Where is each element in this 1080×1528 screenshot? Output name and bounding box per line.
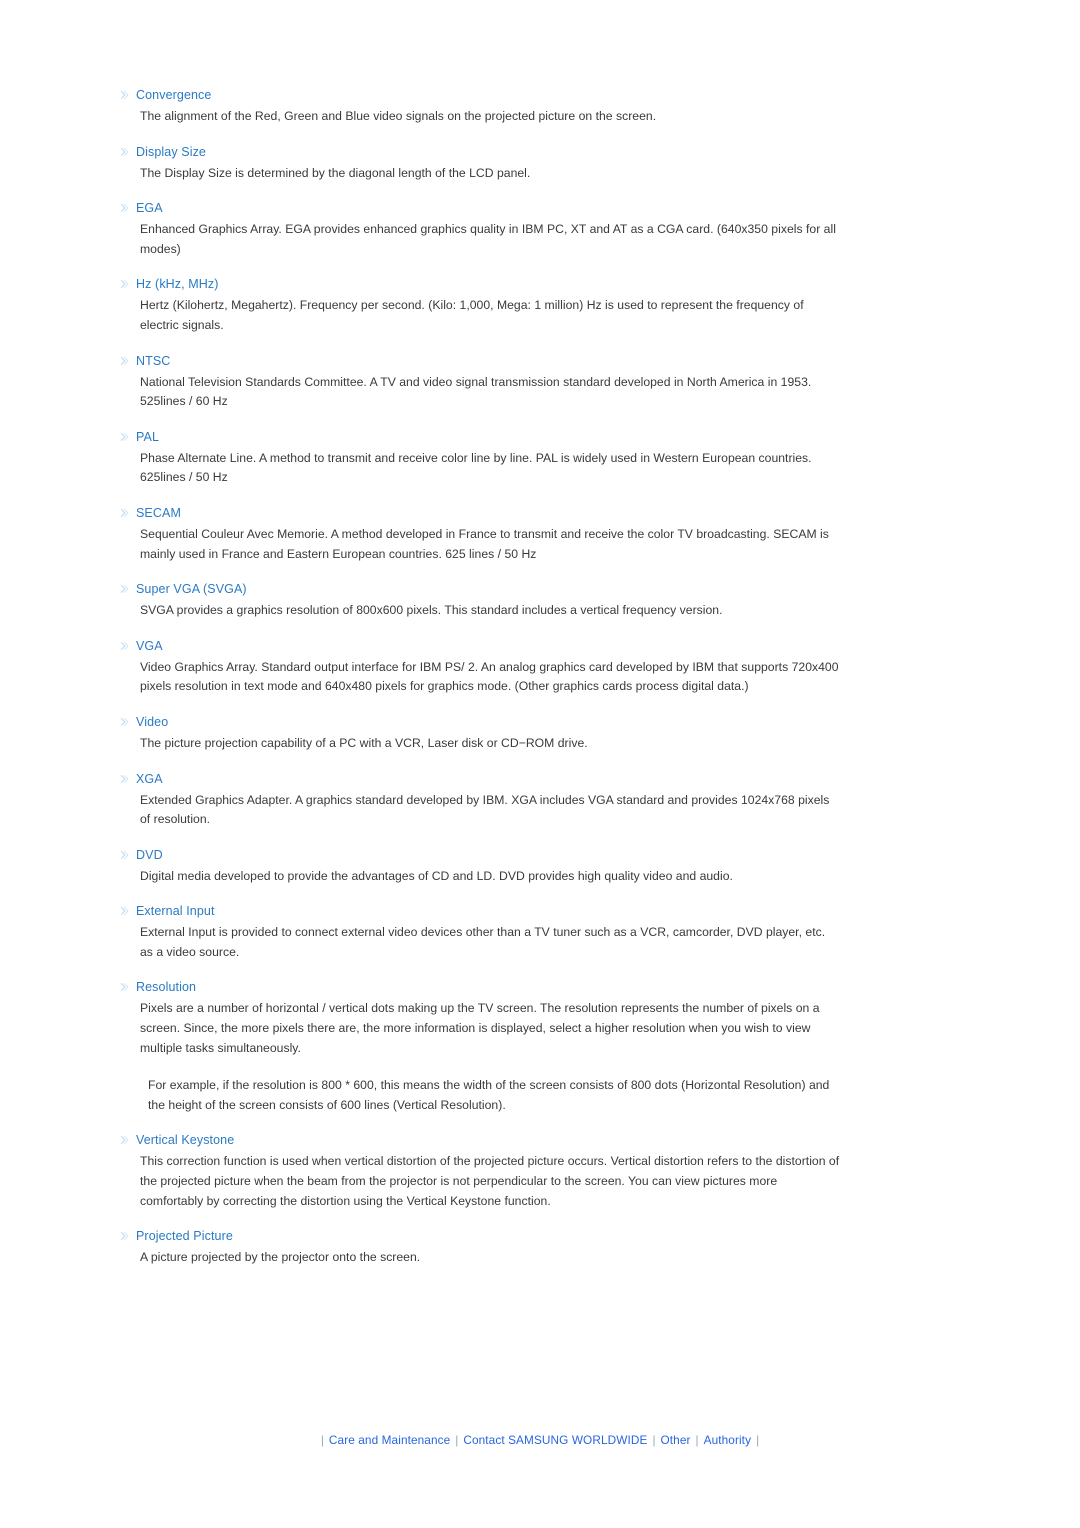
- double-chevron-icon: [118, 354, 132, 368]
- glossary-entry: VGA Video Graphics Array. Standard output…: [118, 639, 840, 697]
- glossary-definition: The alignment of the Red, Green and Blue…: [140, 109, 657, 123]
- double-chevron-icon: [118, 980, 132, 994]
- glossary-term: VGA: [136, 638, 163, 653]
- glossary-term: Vertical Keystone: [136, 1133, 235, 1148]
- glossary-term: External Input: [136, 904, 215, 919]
- double-chevron-icon: [118, 904, 132, 918]
- glossary-term: Display Size: [136, 144, 206, 159]
- glossary-term: Resolution: [136, 980, 197, 995]
- double-chevron-icon: [118, 145, 132, 159]
- glossary-definition: This correction function is used when ve…: [140, 1154, 840, 1208]
- double-chevron-icon: [118, 430, 132, 444]
- glossary-term-row: Projected Picture: [118, 1229, 840, 1244]
- footer-separator: |: [652, 1433, 656, 1447]
- glossary-definition: Video Graphics Array. Standard output in…: [140, 659, 839, 694]
- footer-link-care-and-maintenance[interactable]: Care and Maintenance: [329, 1433, 450, 1447]
- double-chevron-icon: [118, 201, 132, 215]
- glossary-entry: NTSC National Television Standards Commit…: [118, 354, 840, 412]
- glossary-definition: External Input is provided to connect ex…: [140, 925, 826, 959]
- glossary-term-row: Video: [118, 715, 840, 730]
- glossary-term: Video: [136, 714, 169, 729]
- glossary-entry: Super VGA (SVGA) SVGA provides a graphics…: [118, 582, 840, 621]
- footer-link-contact-samsung-worldwide[interactable]: Contact SAMSUNG WORLDWIDE: [463, 1433, 647, 1447]
- footer-separator: |: [695, 1433, 699, 1447]
- double-chevron-icon: [118, 848, 132, 862]
- double-chevron-icon: [118, 277, 132, 291]
- glossary-term-row: Resolution: [118, 980, 840, 995]
- glossary-definition: A picture projected by the projector ont…: [140, 1250, 421, 1265]
- glossary-term: SECAM: [136, 505, 181, 520]
- glossary-term-row: DVD: [118, 848, 840, 863]
- glossary-term: Super VGA (SVGA): [136, 582, 247, 597]
- glossary-term-row: XGA: [118, 772, 840, 787]
- glossary-term: Convergence: [136, 88, 212, 102]
- glossary-definition: Enhanced Graphics Array. EGA provides en…: [140, 222, 836, 256]
- glossary-page: Convergence The alignment of the Red, Gre…: [0, 0, 1080, 1528]
- glossary-term-row: EGA: [118, 201, 840, 216]
- glossary-definition: The picture projection capability of a P…: [140, 735, 588, 750]
- glossary-definition: Phase Alternate Line. A method to transm…: [140, 450, 812, 485]
- footer-separator: |: [320, 1433, 324, 1447]
- glossary-definition: SVGA provides a graphics resolution of 8…: [140, 603, 723, 618]
- glossary-entry: Projected Picture A picture projected by …: [118, 1229, 840, 1268]
- glossary-definition: The Display Size is determined by the di…: [140, 165, 531, 180]
- glossary-entry: Hz (kHz, MHz) Hertz (Kilohertz, Megahertz…: [118, 277, 840, 335]
- double-chevron-icon: [118, 639, 132, 653]
- glossary-term-row: Convergence: [118, 88, 840, 103]
- double-chevron-icon: [118, 715, 132, 729]
- glossary-definition-note: For example, if the resolution is 800 * …: [148, 1078, 830, 1112]
- glossary-term: Hz (kHz, MHz): [136, 277, 219, 292]
- glossary-entry: XGA Extended Graphics Adapter. A graphics…: [118, 772, 840, 830]
- glossary-term: EGA: [136, 201, 163, 216]
- glossary-term-row: Vertical Keystone: [118, 1133, 840, 1148]
- double-chevron-icon: [118, 772, 132, 786]
- glossary-definition: National Television Standards Committee.…: [140, 374, 812, 409]
- glossary-term-row: Hz (kHz, MHz): [118, 277, 840, 292]
- glossary-entry: PAL Phase Alternate Line. A method to tra…: [118, 430, 840, 488]
- glossary-definition: Extended Graphics Adapter. A graphics st…: [140, 792, 830, 827]
- glossary-entry: Vertical Keystone This correction functio…: [118, 1133, 840, 1211]
- glossary-entry: External Input External Input is provided…: [118, 904, 840, 962]
- footer-separator: |: [756, 1433, 760, 1447]
- glossary-entry: SECAM Sequential Couleur Avec Memorie. A …: [118, 506, 840, 564]
- double-chevron-icon: [118, 88, 132, 102]
- glossary-term: XGA: [136, 771, 163, 786]
- glossary-definition: Hertz (Kilohertz, Megahertz). Frequency …: [140, 298, 804, 332]
- glossary-term: Projected Picture: [136, 1229, 233, 1244]
- footer-navigation: | Care and Maintenance | Contact SAMSUNG WO…: [0, 1432, 1080, 1448]
- glossary-entry: Display Size The Display Size is determin…: [118, 145, 840, 184]
- double-chevron-icon: [118, 1133, 132, 1147]
- footer-separator: |: [455, 1433, 459, 1447]
- glossary-term: DVD: [136, 847, 163, 862]
- glossary-term: PAL: [136, 429, 159, 444]
- glossary-term-row: NTSC: [118, 354, 840, 369]
- glossary-term-row: PAL: [118, 430, 840, 445]
- footer-link-other[interactable]: Other: [661, 1433, 691, 1447]
- glossary-entry: DVD Digital media developed to provide th…: [118, 848, 840, 887]
- glossary-definition: Pixels are a number of horizontal / vert…: [140, 1001, 820, 1055]
- glossary-entry: Video The picture projection capability o…: [118, 715, 840, 754]
- glossary-entry: EGA Enhanced Graphics Array. EGA provides…: [118, 201, 840, 259]
- glossary-entry: Convergence The alignment of the Red, Gre…: [118, 88, 840, 127]
- glossary-term-row: Super VGA (SVGA): [118, 582, 840, 597]
- glossary-term-row: Display Size: [118, 145, 840, 160]
- double-chevron-icon: [118, 506, 132, 520]
- glossary-term-row: External Input: [118, 904, 840, 919]
- double-chevron-icon: [118, 1229, 132, 1243]
- glossary-term: NTSC: [136, 353, 171, 368]
- glossary-definition: Digital media developed to provide the a…: [140, 868, 733, 883]
- footer-link-authority[interactable]: Authority: [704, 1433, 751, 1447]
- glossary-term-row: VGA: [118, 639, 840, 654]
- glossary-entry: Resolution Pixels are a number of horizon…: [118, 980, 840, 1115]
- glossary-term-row: SECAM: [118, 506, 840, 521]
- glossary-content: Convergence The alignment of the Red, Gre…: [118, 88, 840, 1268]
- double-chevron-icon: [118, 582, 132, 596]
- glossary-definition: Sequential Couleur Avec Memorie. A metho…: [140, 526, 829, 561]
